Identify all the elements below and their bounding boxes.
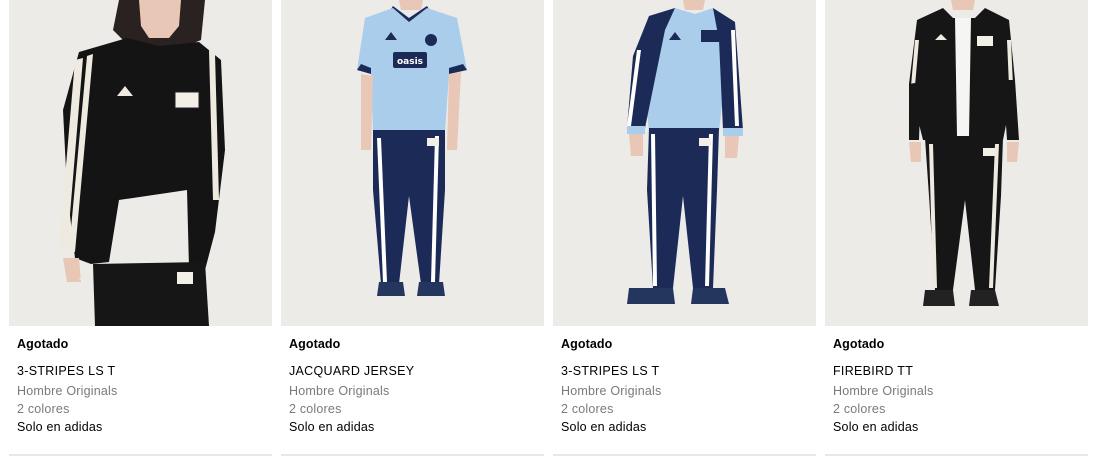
product-card[interactable]: Agotado 3-STRIPES LS T Hombre Originals … (553, 0, 816, 456)
product-colors: 2 colores (289, 402, 342, 416)
product-image[interactable]: oasis (281, 0, 544, 326)
product-name[interactable]: FIREBIRD TT (833, 364, 1080, 380)
product-image[interactable] (553, 0, 816, 326)
product-name[interactable]: 3-STRIPES LS T (17, 364, 264, 380)
stock-status: Agotado (561, 337, 613, 351)
svg-text:oasis: oasis (397, 57, 423, 67)
product-colors: 2 colores (833, 402, 886, 416)
exclusive-badge: Solo en adidas (17, 420, 103, 434)
product-card[interactable]: Agotado 3-STRIPES LS T Hombre Originals … (9, 0, 272, 456)
product-colors: 2 colores (17, 402, 70, 416)
exclusive-badge: Solo en adidas (561, 420, 647, 434)
product-name[interactable]: JACQUARD JERSEY (289, 364, 536, 380)
product-name[interactable]: 3-STRIPES LS T (561, 364, 808, 380)
exclusive-badge: Solo en adidas (833, 420, 919, 434)
product-card[interactable]: oasis Agotado JACQUARD JERSEY Hombre Ori… (281, 0, 544, 456)
product-category: Hombre Originals (289, 384, 390, 398)
black-track-jacket-model-image (825, 0, 1088, 326)
blue-longsleeve-tee-model-image (553, 0, 816, 326)
product-grid: Agotado 3-STRIPES LS T Hombre Originals … (0, 0, 1116, 456)
light-blue-jersey-model-image: oasis (281, 0, 544, 326)
black-longsleeve-tee-model-image (9, 0, 272, 326)
product-category: Hombre Originals (561, 384, 662, 398)
product-card[interactable]: Agotado FIREBIRD TT Hombre Originals 2 c… (825, 0, 1088, 456)
product-colors: 2 colores (561, 402, 614, 416)
stock-status: Agotado (17, 337, 69, 351)
product-category: Hombre Originals (833, 384, 934, 398)
product-category: Hombre Originals (17, 384, 118, 398)
stock-status: Agotado (833, 337, 885, 351)
product-image[interactable] (825, 0, 1088, 326)
product-image[interactable] (9, 0, 272, 326)
stock-status: Agotado (289, 337, 341, 351)
exclusive-badge: Solo en adidas (289, 420, 375, 434)
